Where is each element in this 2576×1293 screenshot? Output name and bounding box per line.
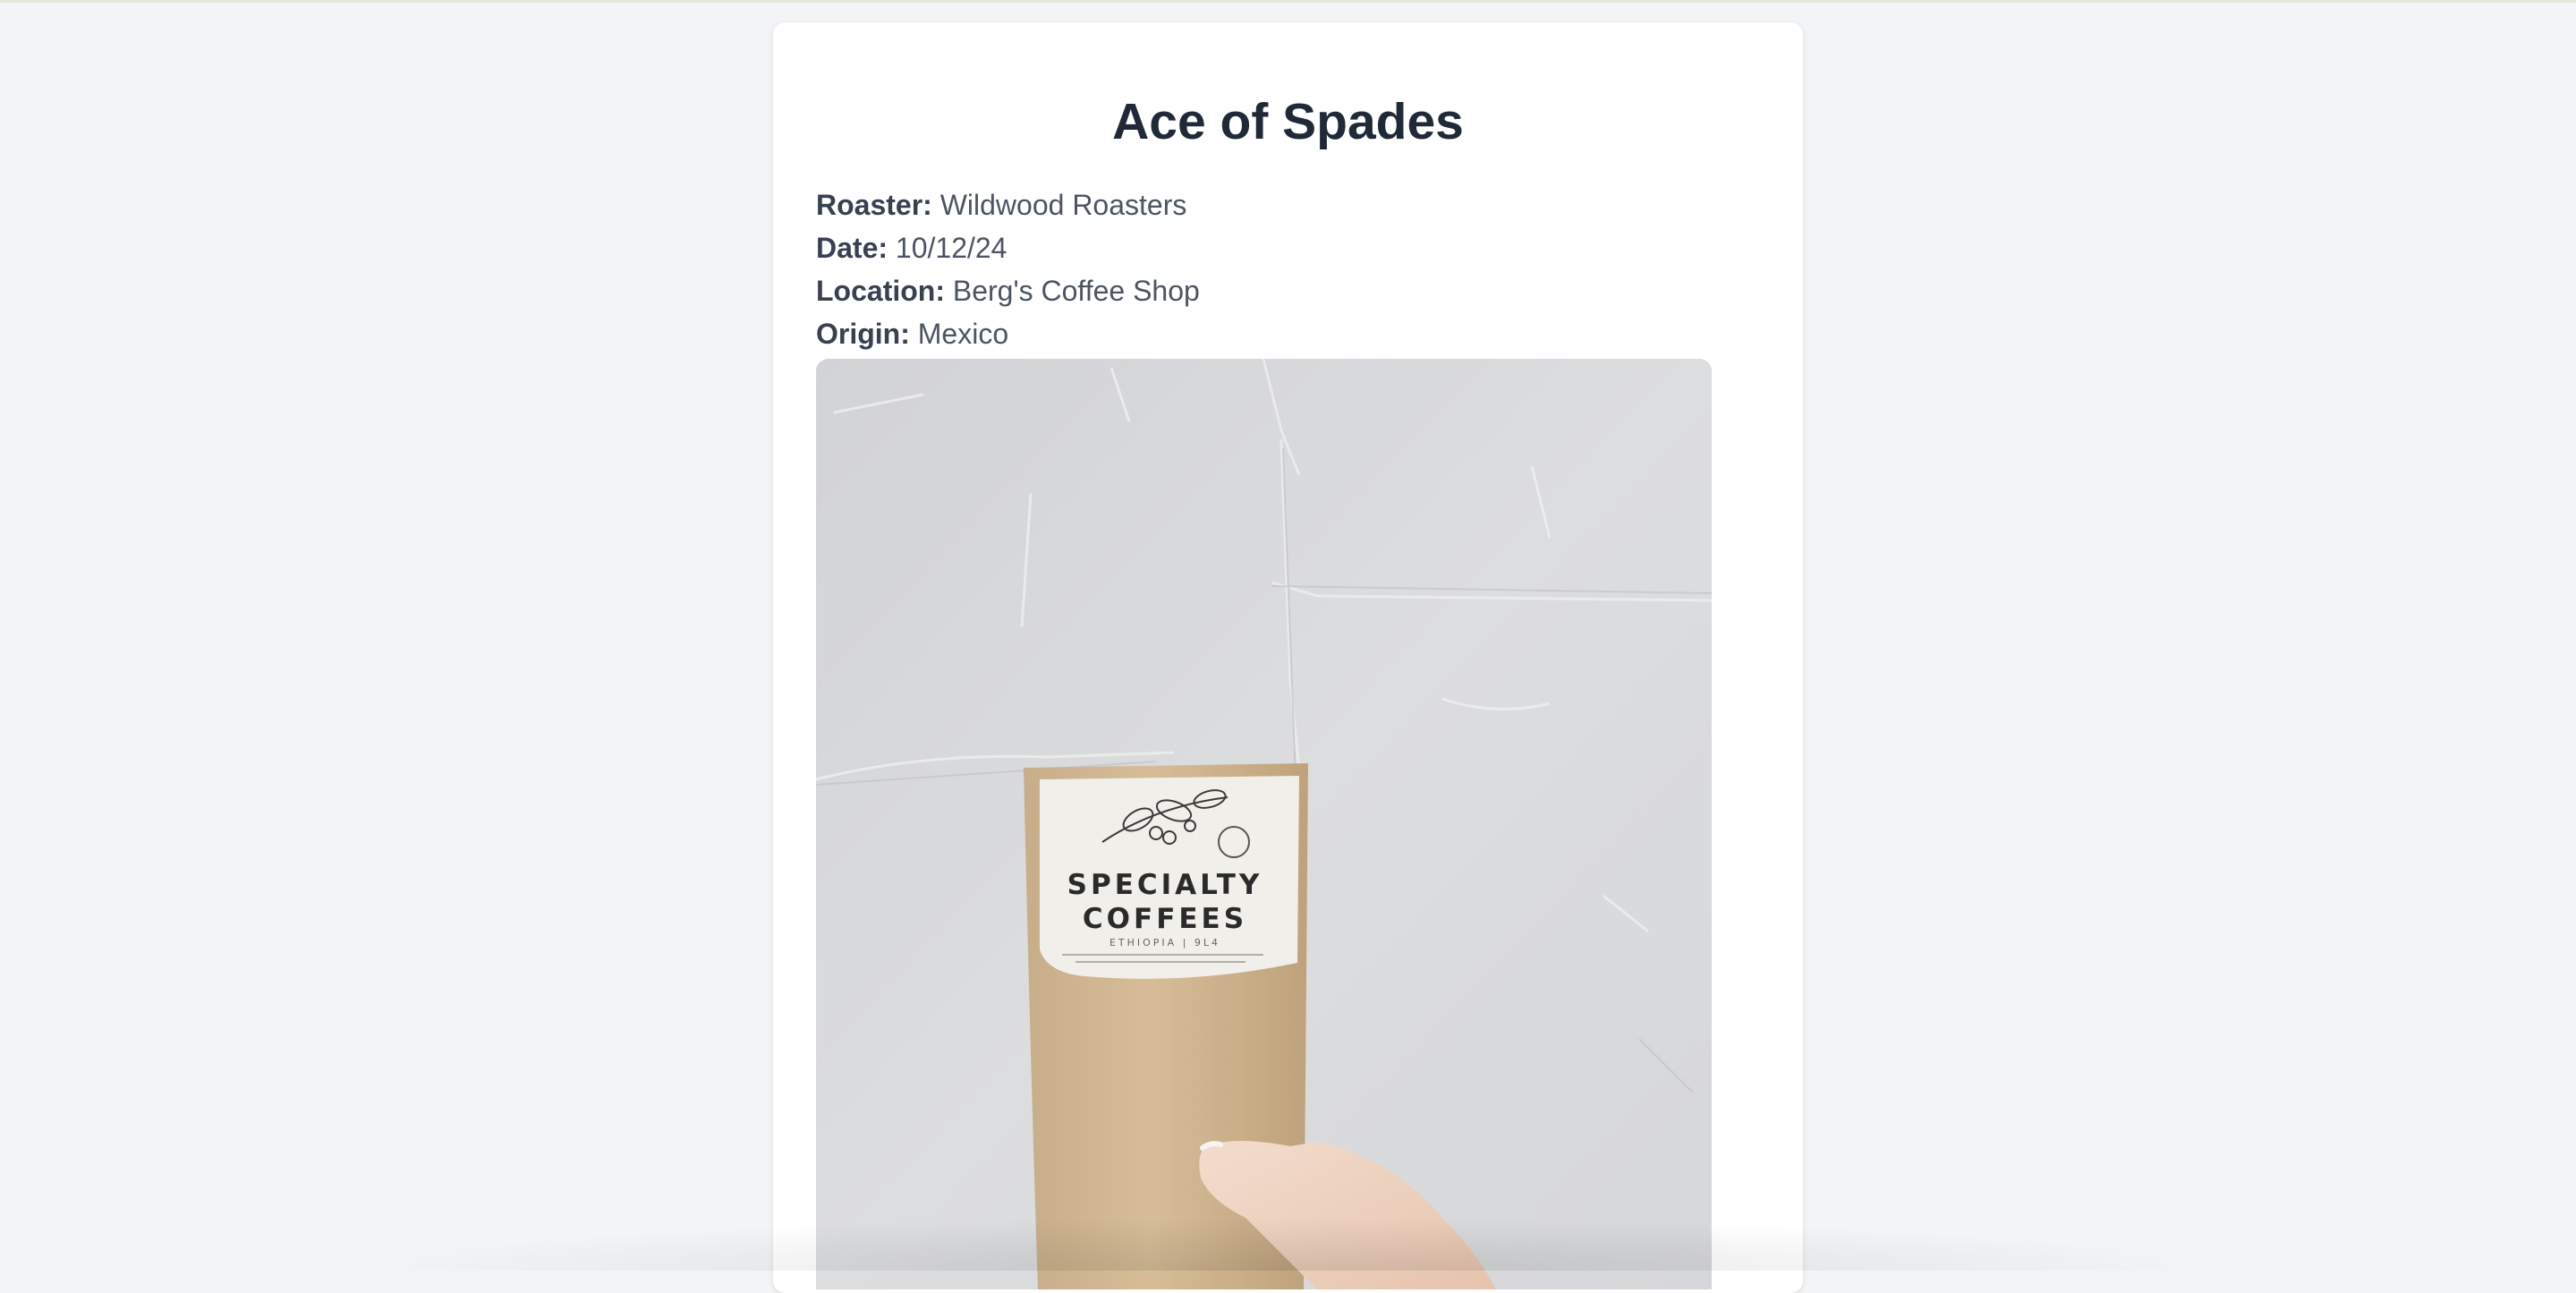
date-value: 10/12/24 xyxy=(895,232,1007,264)
roaster-value: Wildwood Roasters xyxy=(939,189,1187,221)
top-border xyxy=(0,0,2576,3)
location-label: Location: xyxy=(816,275,945,307)
bag-label-line1: SPECIALTY xyxy=(1067,869,1263,901)
location-row: Location: Berg's Coffee Shop xyxy=(816,269,1200,312)
location-value: Berg's Coffee Shop xyxy=(952,275,1200,307)
date-label: Date: xyxy=(816,232,888,264)
coffee-details: Roaster: Wildwood Roasters Date: 10/12/2… xyxy=(816,183,1200,355)
roaster-label: Roaster: xyxy=(816,189,932,221)
coffee-title: Ace of Spades xyxy=(1112,93,1464,150)
bag-label-line3: ETHIOPIA | 9L4 xyxy=(1109,937,1220,948)
origin-row: Origin: Mexico xyxy=(816,312,1200,355)
coffee-photo: SPECIALTY COFFEES ETHIOPIA | 9L4 xyxy=(816,359,1712,1289)
roaster-row: Roaster: Wildwood Roasters xyxy=(816,183,1200,226)
bag-label-line2: COFFEES xyxy=(1083,903,1247,935)
date-row: Date: 10/12/24 xyxy=(816,226,1200,269)
coffee-detail-card: Ace of Spades Roaster: Wildwood Roasters… xyxy=(773,22,1803,1293)
origin-value: Mexico xyxy=(917,318,1009,350)
origin-label: Origin: xyxy=(816,318,910,350)
